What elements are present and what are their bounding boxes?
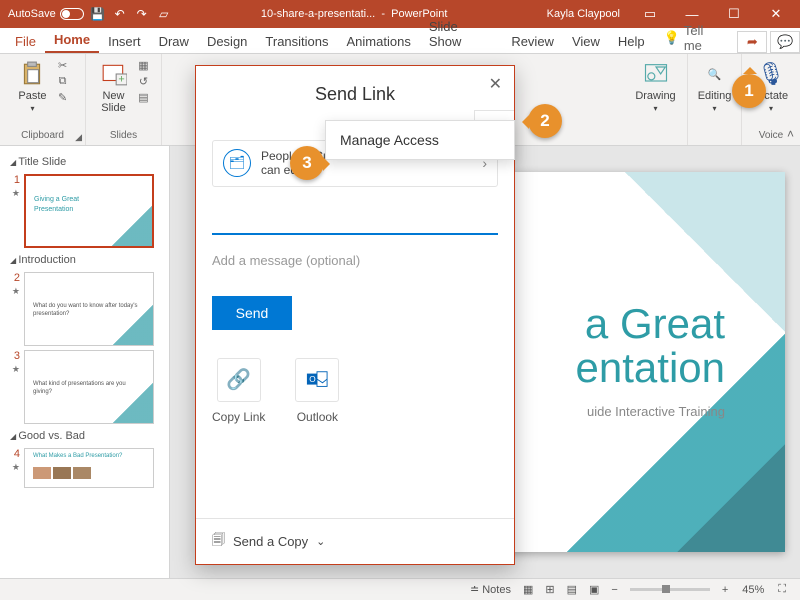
annotation-callout: 2 xyxy=(528,104,562,138)
slide-thumbnail[interactable]: Giving a Great Presentation xyxy=(24,174,154,248)
notes-button[interactable]: ≐Notes xyxy=(464,583,517,596)
zoom-level[interactable]: 45% xyxy=(734,584,772,596)
status-bar: ≐Notes ▦ ⊞ ▤ ▣ − + 45% ⛶ xyxy=(0,578,800,600)
notes-icon: ≐ xyxy=(470,583,479,596)
document-title: 10-share-a-presentati... xyxy=(261,8,375,20)
tab-animations[interactable]: Animations xyxy=(338,30,420,53)
collapse-ribbon-icon[interactable]: ˄ xyxy=(787,127,794,141)
start-slideshow-icon[interactable]: ▱ xyxy=(156,6,172,22)
slide-thumbnail[interactable]: What Makes a Bad Presentation? xyxy=(24,448,154,488)
section-header[interactable]: Title Slide xyxy=(4,152,165,172)
group-slides: Slides xyxy=(110,128,137,141)
send-a-copy-button[interactable]: 🗐 Send a Copy ⌄ xyxy=(196,518,514,564)
ribbon-tabs: File Home Insert Draw Design Transitions… xyxy=(0,28,800,54)
tab-file[interactable]: File xyxy=(6,30,45,53)
message-input[interactable]: Add a message (optional) xyxy=(212,253,498,268)
paste-button[interactable]: Paste ▾ xyxy=(14,58,50,115)
slide-thumbnail[interactable]: What do you want to know after today's p… xyxy=(24,272,154,346)
fit-to-window-icon[interactable]: ⛶ xyxy=(772,583,792,596)
manage-access-menu-item[interactable]: Manage Access xyxy=(325,120,515,160)
autosave-toggle[interactable]: AutoSave xyxy=(8,8,84,20)
undo-icon[interactable]: ↶ xyxy=(112,6,128,22)
annotation-callout: 1 xyxy=(732,74,766,108)
tab-help[interactable]: Help xyxy=(609,30,654,53)
section-header[interactable]: Good vs. Bad xyxy=(4,426,165,446)
clipboard-launcher-icon[interactable]: ◢ xyxy=(75,132,82,143)
copy-link-button[interactable]: 🔗 Copy Link xyxy=(212,358,265,424)
slideshow-view-icon[interactable]: ▣ xyxy=(583,583,605,596)
reading-view-icon[interactable]: ▤ xyxy=(561,583,583,596)
outlook-icon: O xyxy=(295,358,339,402)
svg-text:O: O xyxy=(310,375,317,384)
recipient-input[interactable] xyxy=(212,205,498,235)
paste-icon xyxy=(18,60,46,88)
slide-thumbnails-panel[interactable]: Title Slide 1★ Giving a Great Presentati… xyxy=(0,146,170,578)
group-voice: Voice xyxy=(759,128,783,141)
sorter-view-icon[interactable]: ⊞ xyxy=(539,583,560,596)
close-dialog-button[interactable]: ✕ xyxy=(489,74,502,94)
section-header[interactable]: Introduction xyxy=(4,250,165,270)
tab-home[interactable]: Home xyxy=(45,28,99,53)
annotation-callout: 3 xyxy=(290,146,324,180)
drawing-icon xyxy=(642,60,670,88)
new-slide-icon: + xyxy=(100,60,128,88)
slide-subtitle[interactable]: uide Interactive Training xyxy=(587,404,725,419)
svg-text:+: + xyxy=(118,74,124,86)
tab-slideshow[interactable]: Slide Show xyxy=(420,15,502,53)
slide-title[interactable]: a Greatentation xyxy=(576,302,725,390)
copy-icon: 🗐 xyxy=(212,531,225,553)
cut-icon[interactable]: ✂ xyxy=(55,58,71,72)
user-name[interactable]: Kayla Claypool xyxy=(537,8,630,20)
dialog-title: Send Link xyxy=(315,84,395,105)
lightbulb-icon: 💡 xyxy=(664,30,680,46)
reset-icon[interactable]: ↺ xyxy=(136,74,152,88)
save-icon[interactable]: 💾 xyxy=(90,6,106,22)
send-button[interactable]: Send xyxy=(212,296,292,330)
tab-transitions[interactable]: Transitions xyxy=(256,30,337,53)
section-icon[interactable]: ▤ xyxy=(136,90,152,104)
slide-thumbnail[interactable]: What kind of presentations are you givin… xyxy=(24,350,154,424)
normal-view-icon[interactable]: ▦ xyxy=(517,583,539,596)
zoom-in-button[interactable]: + xyxy=(716,584,734,596)
tab-insert[interactable]: Insert xyxy=(99,30,150,53)
drawing-button[interactable]: Drawing▾ xyxy=(631,58,679,115)
tell-me-search[interactable]: 💡 Tell me xyxy=(654,23,735,53)
layout-icon[interactable]: ▦ xyxy=(136,58,152,72)
format-painter-icon[interactable]: ✎ xyxy=(55,90,71,104)
outlook-button[interactable]: O Outlook xyxy=(295,358,339,424)
link-icon: 🔗 xyxy=(217,358,261,402)
redo-icon[interactable]: ↷ xyxy=(134,6,150,22)
comments-button[interactable]: 💬 xyxy=(770,31,800,53)
tab-view[interactable]: View xyxy=(563,30,609,53)
chevron-down-icon: ⌄ xyxy=(316,535,325,548)
zoom-out-button[interactable]: − xyxy=(605,584,623,596)
tab-draw[interactable]: Draw xyxy=(150,30,198,53)
editing-button[interactable]: 🔍 Editing▾ xyxy=(694,58,736,115)
zoom-slider[interactable] xyxy=(630,588,710,591)
briefcase-icon: 🗂 xyxy=(223,149,251,177)
close-icon[interactable]: ✕ xyxy=(756,0,796,28)
copy-icon[interactable]: ⧉ xyxy=(55,74,71,88)
group-clipboard: Clipboard xyxy=(21,128,64,141)
editing-icon: 🔍 xyxy=(701,60,729,88)
tab-design[interactable]: Design xyxy=(198,30,256,53)
tab-review[interactable]: Review xyxy=(502,30,563,53)
share-button[interactable]: ➦ xyxy=(737,31,767,53)
new-slide-button[interactable]: + New Slide xyxy=(96,58,132,116)
